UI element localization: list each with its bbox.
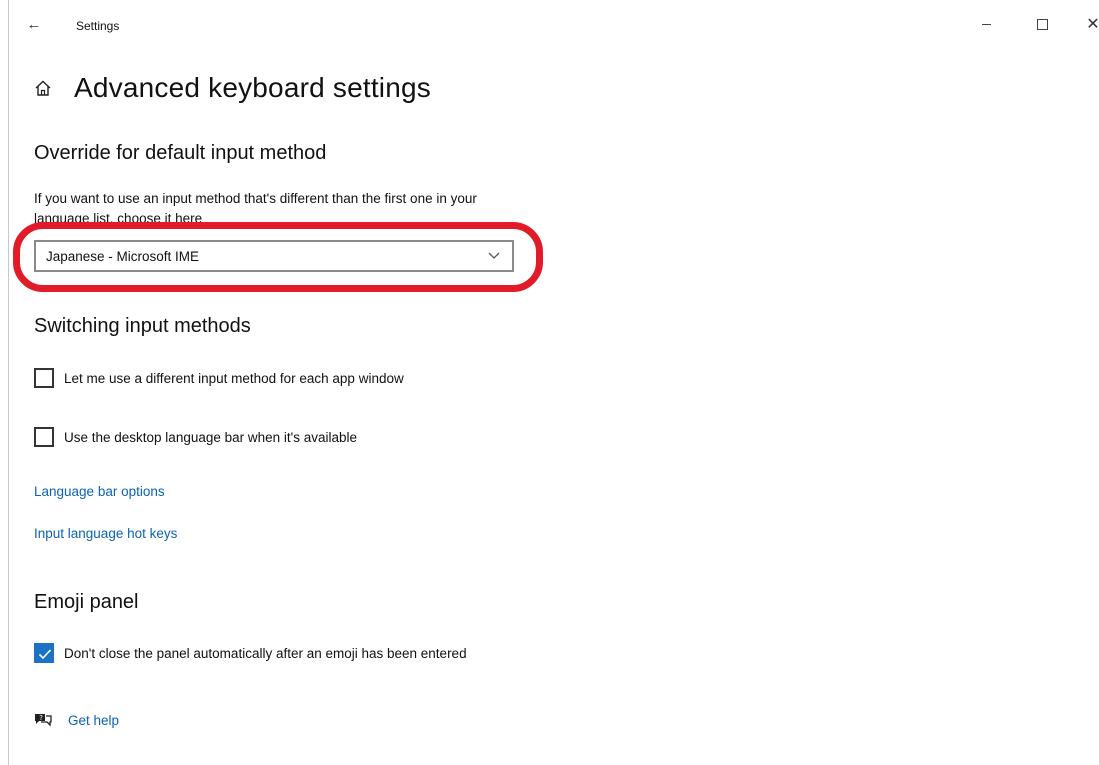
override-section-title: Override for default input method [34, 142, 327, 164]
get-help-label: Get help [68, 712, 120, 728]
per-app-input-label: Let me use a different input method for … [64, 370, 404, 386]
checkmark-icon [38, 649, 52, 660]
svg-text:?: ? [39, 714, 43, 722]
language-bar-checkbox[interactable] [34, 427, 54, 447]
dropdown-selected-value: Japanese - Microsoft IME [46, 248, 200, 264]
home-icon [35, 80, 51, 96]
default-input-method-dropdown[interactable]: Japanese - Microsoft IME [34, 240, 514, 272]
language-bar-checkbox-row[interactable]: Use the desktop language bar when it's a… [34, 427, 357, 447]
language-bar-label: Use the desktop language bar when it's a… [64, 429, 358, 445]
emoji-keep-open-checkbox-row[interactable]: Don't close the panel automatically afte… [34, 643, 467, 663]
emoji-keep-open-checkbox[interactable] [34, 643, 54, 663]
back-arrow-icon[interactable]: ← [23, 14, 45, 36]
app-title: Settings [76, 19, 120, 33]
title-bar: ← Settings ✕ [9, 0, 1099, 52]
emoji-section-title: Emoji panel [34, 591, 139, 613]
switching-section-title: Switching input methods [34, 315, 251, 337]
get-help-link[interactable]: ? Get help [34, 712, 119, 728]
settings-window: ← Settings ✕ Advanced keyboard settings … [8, 0, 1099, 765]
input-language-hot-keys-link[interactable]: Input language hot keys [34, 526, 177, 541]
chevron-down-icon [488, 252, 500, 259]
close-icon[interactable]: ✕ [1078, 12, 1099, 38]
per-app-input-checkbox-row[interactable]: Let me use a different input method for … [34, 368, 404, 388]
emoji-keep-open-label: Don't close the panel automatically afte… [64, 645, 467, 661]
maximize-icon[interactable] [1027, 12, 1057, 38]
per-app-input-checkbox[interactable] [34, 368, 54, 388]
page-title: Advanced keyboard settings [74, 72, 431, 103]
language-bar-options-link[interactable]: Language bar options [34, 484, 165, 499]
page-header: Advanced keyboard settings [34, 68, 431, 108]
minimize-icon[interactable] [971, 12, 1001, 38]
help-chat-icon: ? [35, 714, 52, 727]
